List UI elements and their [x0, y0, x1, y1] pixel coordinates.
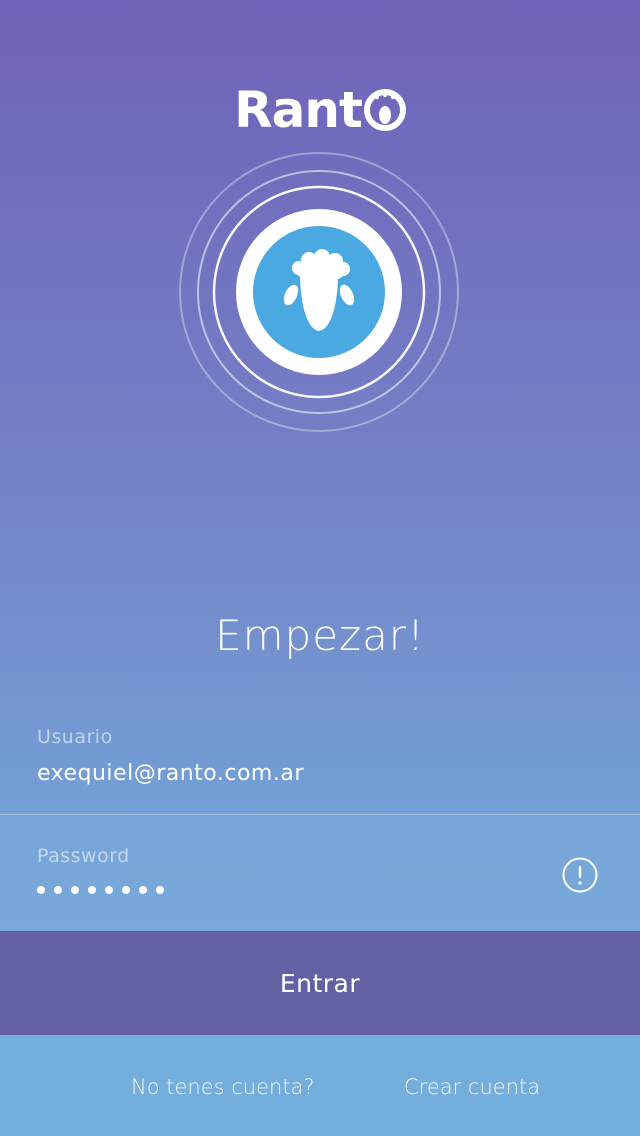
app-logo-text: Rant	[234, 81, 363, 139]
username-input[interactable]: exequiel@ranto.com.ar	[37, 761, 304, 786]
create-account-link[interactable]: Crear cuenta	[404, 1075, 540, 1099]
hero-sheep-badge	[179, 152, 459, 432]
password-mask-dot	[71, 886, 79, 894]
password-mask-dot	[105, 886, 113, 894]
password-label: Password	[37, 845, 130, 867]
page-title: Empezar!	[215, 611, 425, 660]
password-mask-dot	[156, 886, 164, 894]
sheep-o-icon	[363, 89, 406, 131]
password-mask-dot	[54, 886, 62, 894]
username-label: Usuario	[37, 726, 113, 748]
no-account-text: No tenes cuenta?	[131, 1075, 315, 1099]
password-mask-dot	[88, 886, 96, 894]
password-mask-dot	[139, 886, 147, 894]
password-input[interactable]	[37, 886, 164, 894]
app-logo: Rant	[0, 80, 640, 140]
alert-circle-icon[interactable]	[562, 857, 598, 893]
footer	[0, 1035, 640, 1136]
password-mask-dot	[122, 886, 130, 894]
password-field[interactable]	[0, 815, 640, 931]
password-mask-dot	[37, 886, 45, 894]
login-button[interactable]: Entrar	[0, 931, 640, 1035]
